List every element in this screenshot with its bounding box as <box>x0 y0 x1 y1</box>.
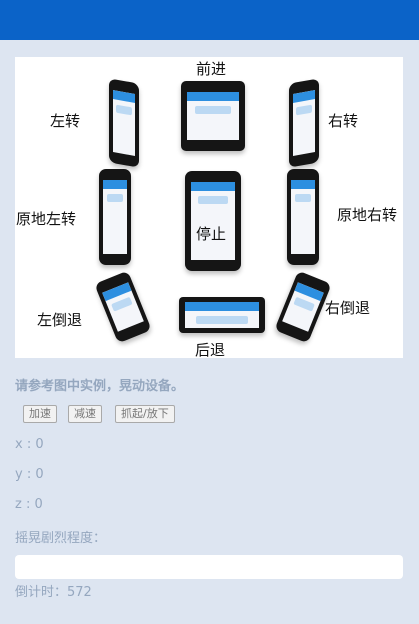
gesture-demo-image: 前进 左转 右转 原地左转 停止 原地右转 左倒退 右倒退 后退 <box>15 57 403 358</box>
y-readout: y : 0 <box>15 467 44 482</box>
z-readout: z : 0 <box>15 497 43 512</box>
phone-spin-left <box>99 169 131 265</box>
label-forward: 前进 <box>196 60 227 78</box>
phone-turn-right <box>289 78 319 168</box>
grab-release-button[interactable]: 抓起/放下 <box>115 405 175 423</box>
phone-back-right <box>274 270 332 344</box>
countdown-text: 倒计时：572 <box>15 585 92 600</box>
accelerate-button[interactable]: 加速 <box>23 405 57 423</box>
phone-backward <box>179 297 265 333</box>
phone-spin-right <box>287 169 319 265</box>
phone-turn-left <box>109 78 139 168</box>
label-stop: 停止 <box>196 225 227 243</box>
phone-back-left <box>94 270 152 344</box>
label-backward: 后退 <box>195 341 226 358</box>
decelerate-button[interactable]: 减速 <box>68 405 102 423</box>
top-header-bar <box>0 0 419 40</box>
phone-forward <box>181 81 245 151</box>
shake-intensity-bar <box>15 555 403 579</box>
label-turn-left: 左转 <box>50 112 81 130</box>
label-back-left: 左倒退 <box>37 311 83 329</box>
instruction-text: 请参考图中实例，晃动设备。 <box>15 379 185 394</box>
phone-stop <box>185 171 241 271</box>
label-turn-right: 右转 <box>328 112 359 130</box>
shake-intensity-label: 摇晃剧烈程度： <box>15 531 107 546</box>
label-spin-left: 原地左转 <box>16 210 77 228</box>
label-back-right: 右倒退 <box>325 299 371 317</box>
label-spin-right: 原地右转 <box>337 206 398 224</box>
x-readout: x : 0 <box>15 437 44 452</box>
